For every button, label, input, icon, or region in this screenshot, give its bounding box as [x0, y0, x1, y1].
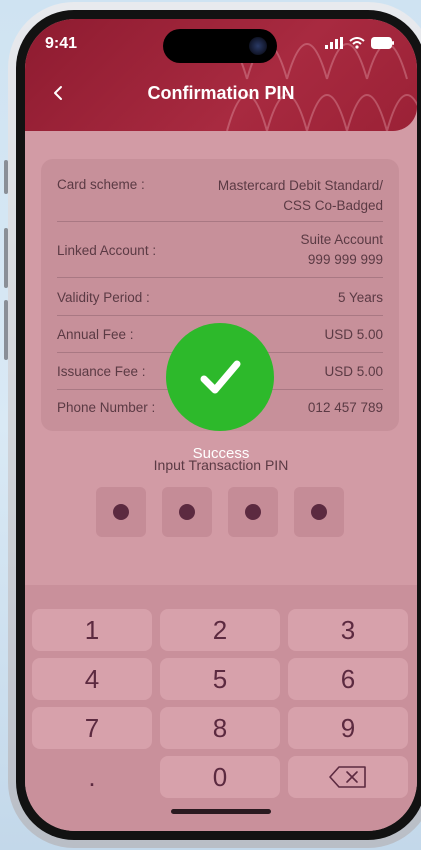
key-3[interactable]: 3	[288, 609, 408, 651]
detail-row-validity: Validity Period : 5 Years	[57, 279, 383, 316]
key-4[interactable]: 4	[32, 658, 152, 700]
key-9[interactable]: 9	[288, 707, 408, 749]
detail-value: USD 5.00	[324, 363, 383, 379]
camera-icon	[249, 37, 267, 55]
status-time: 9:41	[45, 35, 78, 52]
key-0[interactable]: 0	[160, 756, 280, 798]
detail-label: Annual Fee :	[57, 326, 134, 342]
key-1[interactable]: 1	[32, 609, 152, 651]
dynamic-island	[163, 29, 277, 63]
backspace-icon[interactable]	[288, 756, 408, 798]
pin-dot	[113, 504, 129, 520]
detail-row-linked-account: Linked Account : Suite Account 999 999 9…	[57, 223, 383, 278]
pin-dot	[311, 504, 327, 520]
key-6[interactable]: 6	[288, 658, 408, 700]
detail-value: USD 5.00	[324, 326, 383, 342]
detail-value: 5 Years	[337, 289, 383, 305]
detail-label: Linked Account :	[57, 242, 157, 258]
header: 9:41 Confirmation PIN	[25, 19, 417, 131]
detail-label: Card scheme :	[57, 177, 145, 192]
key-2[interactable]: 2	[160, 609, 280, 651]
pin-box[interactable]	[96, 487, 146, 537]
pin-box[interactable]	[228, 487, 278, 537]
detail-label: Validity Period :	[57, 289, 150, 305]
detail-value: Mastercard Debit Standard/ CSS Co-Badged	[217, 178, 383, 213]
wifi-icon	[349, 37, 365, 49]
numeric-keypad: 1 2 3 4 5 6 7 8 9 . 0	[25, 585, 417, 831]
key-8[interactable]: 8	[160, 707, 280, 749]
screen: 9:41 Confirmation PIN Card scheme: Mast…	[25, 19, 417, 831]
detail-value: 012 457 789	[307, 399, 383, 415]
detail-label: Issuance Fee :	[57, 363, 146, 379]
home-indicator	[171, 809, 271, 814]
status-icons	[325, 37, 395, 49]
cellular-signal-icon	[325, 37, 343, 49]
battery-icon	[371, 37, 394, 49]
pin-dot	[245, 504, 261, 520]
page-title: Confirmation PIN	[147, 83, 295, 103]
detail-value: Suite Account 999 999 999	[300, 232, 383, 267]
key-5[interactable]: 5	[160, 658, 280, 700]
checkmark-icon	[200, 360, 241, 394]
pin-box[interactable]	[162, 487, 212, 537]
success-text: Success	[192, 445, 250, 462]
pin-box[interactable]	[294, 487, 344, 537]
detail-row-card-scheme: Card scheme : Mastercard Debit Standard/…	[57, 171, 383, 222]
key-decimal[interactable]: .	[32, 756, 152, 798]
key-7[interactable]: 7	[32, 707, 152, 749]
detail-label: Phone Number :	[57, 399, 156, 415]
success-badge	[166, 323, 274, 431]
pin-dot	[179, 504, 195, 520]
